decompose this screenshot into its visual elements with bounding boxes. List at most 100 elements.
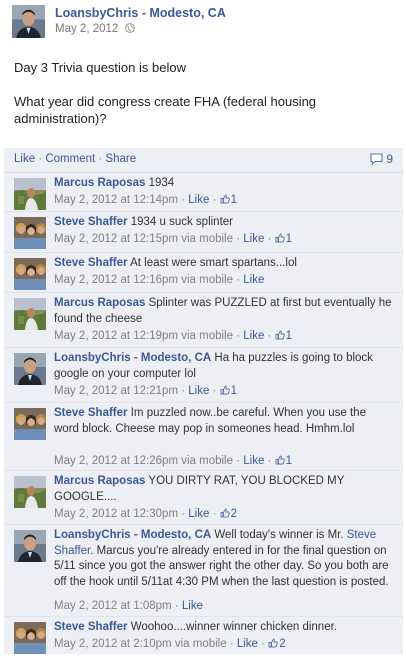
comment-meta: May 2, 2012 at 12:14pm · Like · 1 — [54, 194, 238, 206]
comment-text: At least were smart spartans...lol — [130, 257, 297, 269]
thumbs-up-icon — [268, 638, 278, 648]
commenter-name[interactable]: Marcus Raposas — [54, 177, 145, 189]
avatar-loansbychris-modesto-ca[interactable] — [14, 353, 46, 385]
comment-body: Steve Shaffer Woohoo....winner winner ch… — [54, 620, 394, 636]
comment-like-link[interactable]: Like — [243, 274, 264, 286]
comment-like-link[interactable]: Like — [243, 455, 264, 467]
via-mobile: via mobile — [181, 455, 234, 467]
avatar-marcus-raposas[interactable] — [14, 298, 46, 330]
comment-row: LoansbyChris - Modesto, CA Well today's … — [4, 524, 403, 616]
comment-body: Steve Shaffer Im puzzled now..be careful… — [54, 406, 394, 437]
via-mobile: via mobile — [181, 330, 234, 342]
comment-body: Marcus Raposas YOU DIRTY RAT, YOU BLOCKE… — [54, 474, 394, 505]
comment-timestamp[interactable]: May 2, 2012 at 12:19pm — [54, 330, 178, 342]
like-count-value: 2 — [279, 638, 286, 650]
commenter-name[interactable]: Marcus Raposas — [54, 475, 145, 487]
commenter-name[interactable]: Marcus Raposas — [54, 297, 145, 309]
comment-like-link[interactable]: Like — [188, 385, 209, 397]
comment-row: Steve Shaffer At least were smart sparta… — [4, 252, 403, 291]
like-count[interactable]: 1 — [275, 330, 292, 342]
comment-like-link[interactable]: Like — [243, 330, 264, 342]
comment-timestamp[interactable]: May 2, 2012 at 2:10pm — [54, 638, 172, 650]
comment-meta: May 2, 2012 at 1:08pm · Like — [54, 600, 203, 612]
avatar-steve-shaffer[interactable] — [14, 622, 46, 654]
comment-link[interactable]: Comment — [45, 153, 95, 165]
commenter-name[interactable]: Steve Shaffer — [54, 257, 128, 269]
like-count[interactable]: 1 — [220, 194, 237, 206]
comment-meta: May 2, 2012 at 12:21pm · Like · 1 — [54, 385, 238, 397]
comment-text-cont: . Marcus you're already entered in for t… — [54, 544, 389, 588]
commenter-name[interactable]: LoansbyChris - Modesto, CA — [54, 352, 211, 364]
comment-body: LoansbyChris - Modesto, CA Well today's … — [54, 528, 394, 590]
avatar-steve-shaffer[interactable] — [14, 258, 46, 290]
comment-row: Marcus Raposas Splinter was PUZZLED at f… — [4, 292, 403, 346]
like-count[interactable]: 1 — [220, 385, 237, 397]
actions-bar: Like · Comment · Share 9 — [4, 148, 403, 172]
comment-meta: May 2, 2012 at 2:10pm via mobile · Like … — [54, 638, 286, 650]
post-date[interactable]: May 2, 2012 — [55, 23, 118, 35]
comment-timestamp[interactable]: May 2, 2012 at 12:26pm — [54, 455, 178, 467]
like-count-value: 1 — [285, 233, 292, 245]
like-count-value: 2 — [230, 508, 238, 520]
comment-text: Well today's winner is Mr. — [214, 529, 344, 541]
avatar-steve-shaffer[interactable] — [14, 217, 46, 249]
like-count[interactable]: 1 — [275, 455, 292, 467]
share-link[interactable]: Share — [105, 153, 136, 165]
like-count[interactable]: 2 — [220, 508, 237, 520]
comment-meta: May 2, 2012 at 12:19pm via mobile · Like… — [54, 330, 292, 342]
like-count-value: 1 — [230, 385, 238, 397]
comment-like-link[interactable]: Like — [188, 194, 209, 206]
comment-row: Marcus Raposas YOU DIRTY RAT, YOU BLOCKE… — [4, 470, 403, 523]
comment-like-link[interactable]: Like — [243, 233, 264, 245]
comment-meta: May 2, 2012 at 12:15pm via mobile · Like… — [54, 233, 292, 245]
avatar-marcus-raposas[interactable] — [14, 178, 46, 210]
avatar-marcus-raposas[interactable] — [14, 476, 46, 508]
comment-timestamp[interactable]: May 2, 2012 at 12:30pm — [54, 508, 178, 520]
like-count[interactable]: 2 — [268, 638, 286, 650]
avatar-steve-shaffer[interactable] — [14, 408, 46, 440]
via-mobile: via mobile — [174, 638, 227, 650]
like-count[interactable]: 1 — [275, 233, 292, 245]
commenter-name[interactable]: Steve Shaffer — [54, 407, 128, 419]
comment-count[interactable]: 9 — [370, 152, 393, 166]
thumbs-up-icon — [275, 233, 285, 243]
comment-meta: May 2, 2012 at 12:30pm · Like · 2 — [54, 508, 238, 520]
comment-timestamp[interactable]: May 2, 2012 at 12:16pm — [54, 274, 178, 286]
post-date-row: May 2, 2012 — [55, 23, 135, 35]
post-header: LoansbyChris - Modesto, CA May 2, 2012 — [12, 5, 396, 41]
thumbs-up-icon — [220, 385, 230, 395]
comment-body: Steve Shaffer At least were smart sparta… — [54, 256, 394, 272]
via-mobile: via mobile — [181, 274, 234, 286]
comment-like-link[interactable]: Like — [182, 600, 203, 612]
avatar-loansbychris-modesto-ca[interactable] — [14, 530, 46, 562]
globe-icon — [124, 23, 135, 33]
comment-timestamp[interactable]: May 2, 2012 at 1:08pm — [54, 600, 172, 612]
commenter-name[interactable]: Steve Shaffer — [54, 216, 128, 228]
thumbs-up-icon — [275, 330, 285, 340]
comment-like-link[interactable]: Like — [237, 638, 258, 650]
post-text-line2: What year did congress create FHA (feder… — [14, 94, 317, 126]
comment-timestamp[interactable]: May 2, 2012 at 12:14pm — [54, 194, 178, 206]
like-link[interactable]: Like — [14, 153, 35, 165]
like-count-value: 1 — [230, 194, 238, 206]
like-count-value: 1 — [285, 330, 292, 342]
post-body: Day 3 Trivia question is below What year… — [14, 59, 394, 144]
post-text-line1: Day 3 Trivia question is below — [14, 60, 186, 75]
comment-text: 1934 — [148, 177, 175, 189]
comment-meta: May 2, 2012 at 12:16pm via mobile · Like — [54, 274, 265, 286]
comment-body: Marcus Raposas 1934 — [54, 176, 394, 192]
comment-meta: May 2, 2012 at 12:26pm via mobile · Like… — [54, 455, 292, 467]
commenter-name[interactable]: LoansbyChris - Modesto, CA — [54, 529, 211, 541]
comment-timestamp[interactable]: May 2, 2012 at 12:15pm — [54, 233, 178, 245]
via-mobile: via mobile — [181, 233, 234, 245]
commenter-name[interactable]: Steve Shaffer — [54, 621, 128, 633]
comment-body: Marcus Raposas Splinter was PUZZLED at f… — [54, 296, 394, 327]
comment-row: LoansbyChris - Modesto, CA Ha ha puzzles… — [4, 347, 403, 401]
separator: · — [38, 153, 43, 165]
post-author[interactable]: LoansbyChris - Modesto, CA — [55, 6, 226, 20]
comment-row: Steve Shaffer Im puzzled now..be careful… — [4, 402, 403, 470]
comment-count-value: 9 — [386, 152, 393, 166]
comment-timestamp[interactable]: May 2, 2012 at 12:21pm — [54, 385, 178, 397]
comment-like-link[interactable]: Like — [188, 508, 209, 520]
avatar-loansbychris[interactable] — [12, 5, 45, 38]
